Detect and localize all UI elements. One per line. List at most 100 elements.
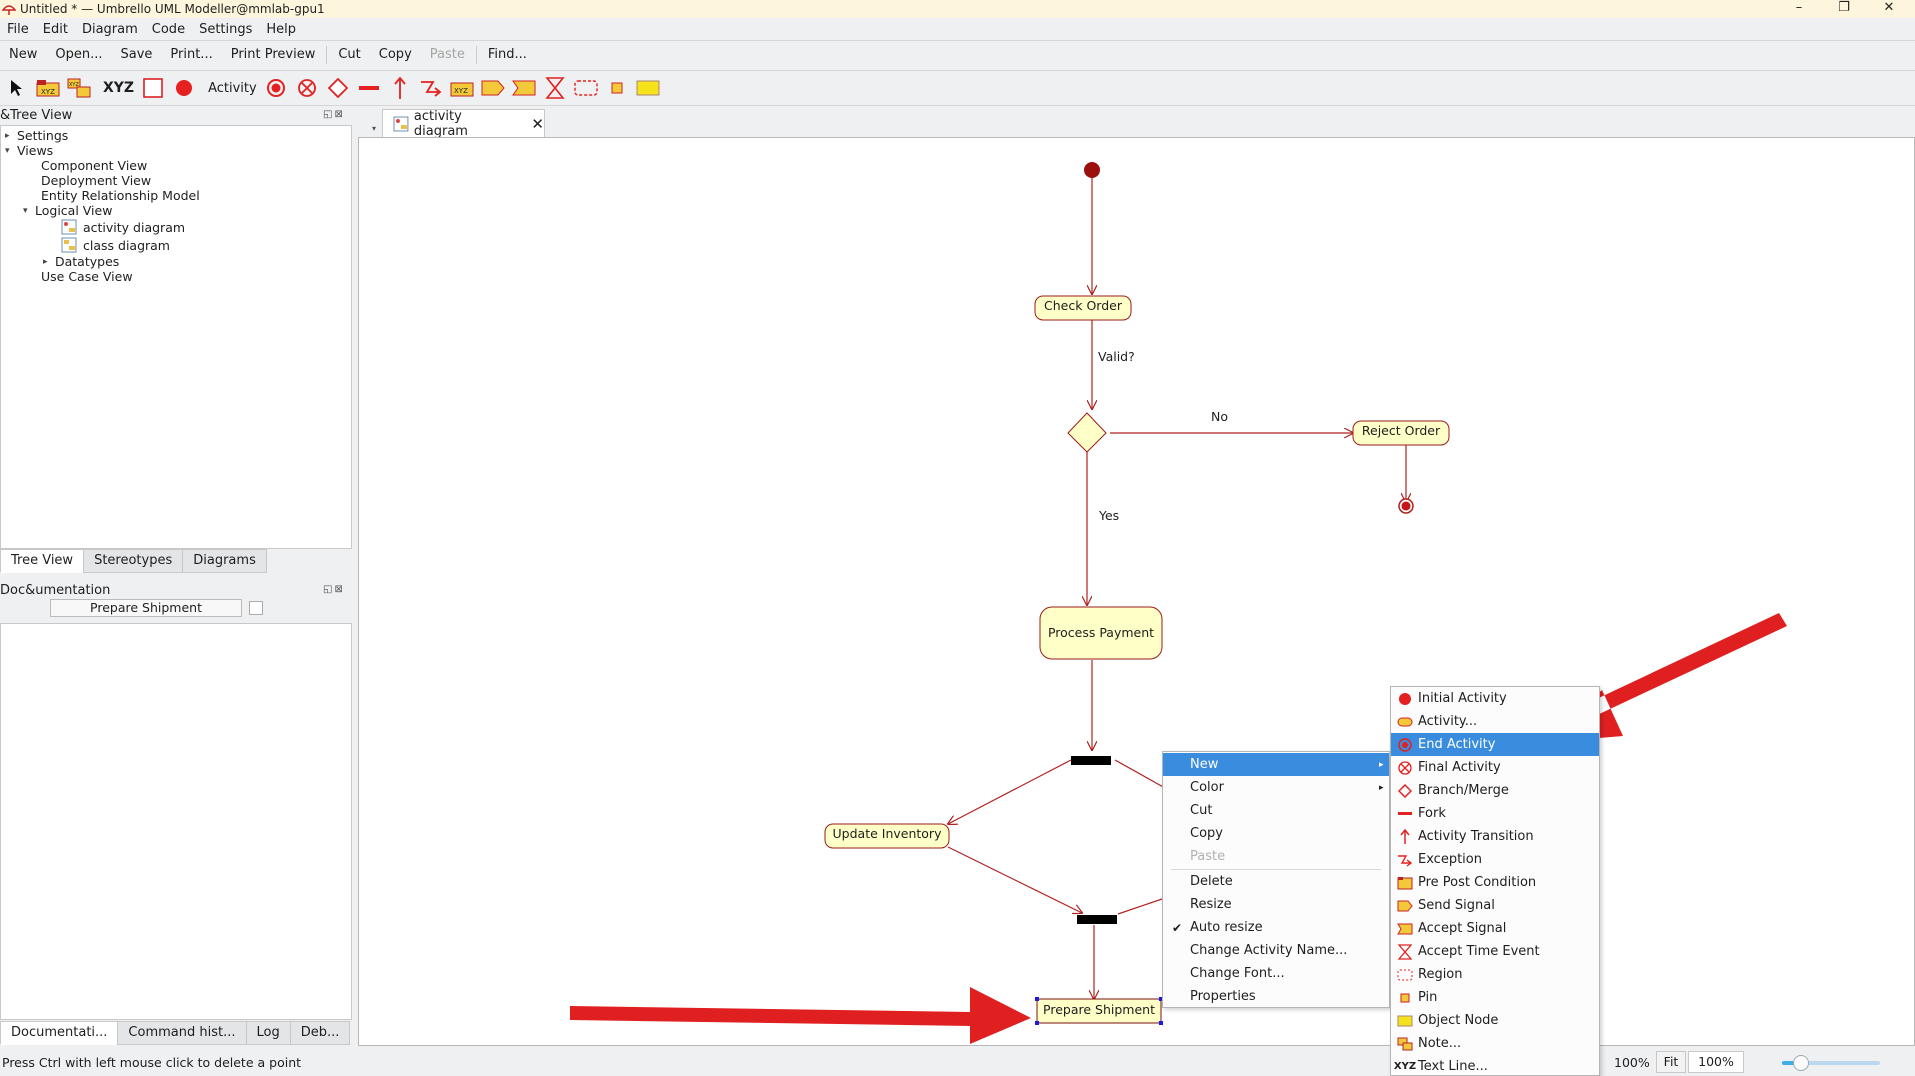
context-menu-color[interactable]: Color ▸ xyxy=(1163,776,1389,799)
object-node-tool-icon[interactable] xyxy=(635,75,661,101)
context-menu-change-activity-name[interactable]: Change Activity Name... xyxy=(1163,939,1389,962)
select-tool-arrow-icon[interactable] xyxy=(4,75,30,101)
tab-diagrams[interactable]: Diagrams xyxy=(182,549,267,573)
final-activity-tool-icon[interactable] xyxy=(294,75,320,101)
context-menu-properties[interactable]: Properties xyxy=(1163,985,1389,1008)
submenu-send-signal[interactable]: Send Signal xyxy=(1391,894,1599,917)
submenu-end-activity[interactable]: End Activity xyxy=(1391,733,1599,756)
save-button[interactable]: Save xyxy=(111,47,161,62)
check-order-label[interactable]: Check Order xyxy=(1035,298,1131,313)
context-menu-paste[interactable]: Paste xyxy=(1163,845,1389,868)
menu-edit[interactable]: Edit xyxy=(36,22,75,37)
submenu-accept-signal[interactable]: Accept Signal xyxy=(1391,917,1599,940)
tree-item-activity-diagram[interactable]: activity diagram xyxy=(61,219,185,235)
menu-code[interactable]: Code xyxy=(145,22,192,37)
tree-item-datatypes[interactable]: ▸ Datatypes xyxy=(43,254,119,269)
menu-help[interactable]: Help xyxy=(259,22,303,37)
submenu-object-node[interactable]: Object Node xyxy=(1391,1009,1599,1032)
tab-log[interactable]: Log xyxy=(245,1021,291,1045)
tab-activity-diagram[interactable]: activity diagram ✕ xyxy=(382,109,545,139)
expand-arrow-icon[interactable]: ▸ xyxy=(5,131,17,141)
branch-merge-tool-icon[interactable] xyxy=(325,75,351,101)
prepare-shipment-label[interactable]: Prepare Shipment xyxy=(1037,1002,1161,1017)
submenu-initial-activity[interactable]: Initial Activity xyxy=(1391,687,1599,710)
submenu-final-activity[interactable]: Final Activity xyxy=(1391,756,1599,779)
context-menu-delete[interactable]: Delete xyxy=(1163,870,1389,893)
tab-documentation[interactable]: Documentati... xyxy=(0,1021,119,1045)
submenu-exception[interactable]: Exception xyxy=(1391,848,1599,871)
activity-transition-tool-icon[interactable] xyxy=(387,75,413,101)
box-tool-icon[interactable] xyxy=(140,75,166,101)
tab-tree-view[interactable]: Tree View xyxy=(0,549,85,573)
update-inventory-label[interactable]: Update Inventory xyxy=(825,826,949,841)
tree-item-logical-view[interactable]: ▾ Logical View xyxy=(23,203,112,218)
restore-button[interactable]: ❐ xyxy=(1822,0,1866,18)
close-tab-icon[interactable]: ✕ xyxy=(531,115,544,133)
tree-item-component-view[interactable]: Component View xyxy=(41,158,147,173)
documentation-name-field[interactable]: Prepare Shipment xyxy=(50,599,242,617)
submenu-activity[interactable]: Activity... xyxy=(1391,710,1599,733)
tree-item-use-case-view[interactable]: Use Case View xyxy=(41,269,133,284)
accept-time-event-tool-icon[interactable] xyxy=(542,75,568,101)
menu-file[interactable]: File xyxy=(0,22,36,37)
accept-signal-tool-icon[interactable] xyxy=(511,75,537,101)
print-button[interactable]: Print... xyxy=(161,47,221,62)
copy-button[interactable]: Copy xyxy=(370,47,421,62)
fork-tool-icon[interactable] xyxy=(356,75,382,101)
context-menu-auto-resize[interactable]: ✔ Auto resize xyxy=(1163,916,1389,939)
context-menu-resize[interactable]: Resize xyxy=(1163,893,1389,916)
submenu-pin[interactable]: Pin xyxy=(1391,986,1599,1009)
documentation-text-area[interactable] xyxy=(0,623,352,1020)
tab-stereotypes[interactable]: Stereotypes xyxy=(83,549,184,573)
submenu-accept-time-event[interactable]: Accept Time Event xyxy=(1391,940,1599,963)
zoom-spinbox[interactable]: 100% xyxy=(1688,1051,1744,1073)
pre-post-condition-tool-icon[interactable]: XYZ xyxy=(35,75,61,101)
doc-panel-float-close-icons[interactable]: ◱⊠ xyxy=(323,584,345,595)
tab-list-chevron-icon[interactable]: ▾ xyxy=(372,124,376,133)
tree-item-settings[interactable]: ▸ Settings xyxy=(5,128,68,143)
end-activity-tool-icon[interactable] xyxy=(263,75,289,101)
find-button[interactable]: Find... xyxy=(479,47,536,62)
region-tool-icon[interactable] xyxy=(573,75,599,101)
paste-button[interactable]: Paste xyxy=(421,47,474,62)
context-menu-new[interactable]: New ▸ xyxy=(1163,753,1389,776)
print-preview-button[interactable]: Print Preview xyxy=(222,47,325,62)
submenu-pre-post-condition[interactable]: Pre Post Condition xyxy=(1391,871,1599,894)
note-tool-icon[interactable]: XYZ xyxy=(66,75,92,101)
tree-item-entity-relationship-model[interactable]: Entity Relationship Model xyxy=(41,188,200,203)
context-menu-copy[interactable]: Copy xyxy=(1163,822,1389,845)
submenu-region[interactable]: Region xyxy=(1391,963,1599,986)
tree-panel-float-close-icons[interactable]: ◱⊠ xyxy=(323,109,345,120)
minimize-button[interactable]: – xyxy=(1777,0,1821,18)
submenu-branch-merge[interactable]: Branch/Merge xyxy=(1391,779,1599,802)
diagram-canvas[interactable]: Check Order Reject Order Process Payment… xyxy=(358,137,1915,1046)
reject-order-label[interactable]: Reject Order xyxy=(1353,423,1449,438)
context-menu-cut[interactable]: Cut xyxy=(1163,799,1389,822)
tab-debug[interactable]: Deb... xyxy=(289,1021,351,1045)
menu-settings[interactable]: Settings xyxy=(192,22,259,37)
menu-diagram[interactable]: Diagram xyxy=(75,22,145,37)
collapse-arrow-icon[interactable]: ▾ xyxy=(5,146,17,156)
text-line-tool[interactable]: XYZ xyxy=(103,80,134,96)
process-payment-label[interactable]: Process Payment xyxy=(1040,625,1162,640)
cut-button[interactable]: Cut xyxy=(329,47,369,62)
documentation-checkbox[interactable] xyxy=(249,601,263,615)
close-window-button[interactable]: ✕ xyxy=(1867,0,1911,18)
pre-post-condition-tool-2-icon[interactable]: XYZ xyxy=(449,75,475,101)
expand-arrow-icon[interactable]: ▸ xyxy=(43,257,55,267)
new-button[interactable]: New xyxy=(0,47,46,62)
initial-activity-tool-icon[interactable] xyxy=(171,75,197,101)
submenu-fork[interactable]: Fork xyxy=(1391,802,1599,825)
fit-button[interactable]: Fit xyxy=(1656,1051,1686,1073)
submenu-activity-transition[interactable]: Activity Transition xyxy=(1391,825,1599,848)
zoom-slider-handle[interactable] xyxy=(1793,1055,1809,1071)
tree-item-views[interactable]: ▾ Views xyxy=(5,143,53,158)
pin-tool-icon[interactable] xyxy=(604,75,630,101)
open-button[interactable]: Open... xyxy=(46,47,111,62)
tab-command-history[interactable]: Command hist... xyxy=(117,1021,247,1045)
exception-tool-icon[interactable] xyxy=(418,75,444,101)
activity-tool[interactable]: Activity xyxy=(208,81,257,96)
tree-item-deployment-view[interactable]: Deployment View xyxy=(41,173,151,188)
context-menu-change-font[interactable]: Change Font... xyxy=(1163,962,1389,985)
send-signal-tool-icon[interactable] xyxy=(480,75,506,101)
